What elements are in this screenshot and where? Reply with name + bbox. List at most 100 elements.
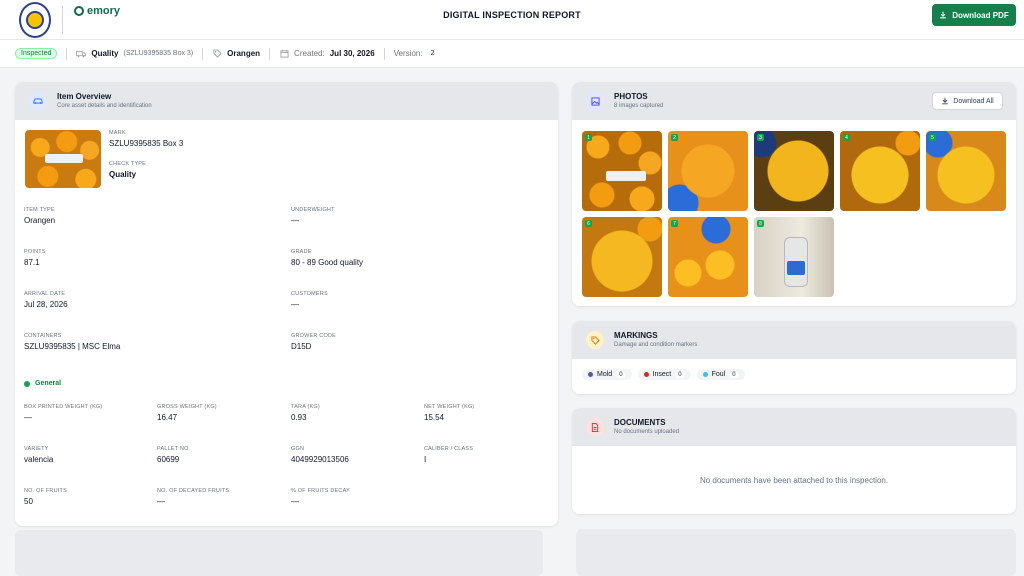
field-grower-code: GROWER CODE D15D xyxy=(291,333,336,351)
field-net-weight: NET WEIGHT (KG) 15.54 xyxy=(424,404,474,422)
field-containers: CONTAINERS SZLU9395835 | MSC Elma xyxy=(24,333,120,351)
photo-thumbnail[interactable]: 3 xyxy=(754,131,834,211)
download-all-button[interactable]: Download All xyxy=(932,92,1003,110)
skeleton-placeholder-right xyxy=(576,529,1016,576)
marking-chip-insect[interactable]: Insect 0 xyxy=(637,369,691,380)
field-label: PALLET NO xyxy=(157,446,189,452)
marking-chip-foul[interactable]: Foul 0 xyxy=(696,369,745,380)
version-label: Version: xyxy=(393,49,423,58)
tag-icon xyxy=(212,49,222,59)
field-no-of-decayed-fruits: NO. OF DECAYED FRUITS — xyxy=(157,488,229,506)
top-bar: emory DIGITAL INSPECTION REPORT Download… xyxy=(0,0,1024,40)
photo-thumbnail[interactable]: 2 xyxy=(668,131,748,211)
photo-thumbnail[interactable]: 6 xyxy=(582,217,662,297)
item-overview-header: Item Overview Core asset details and ide… xyxy=(15,82,558,120)
foul-dot xyxy=(702,372,708,377)
field-value: SZLU9395835 | MSC Elma xyxy=(24,342,121,351)
download-icon xyxy=(942,97,949,105)
field-label: GROSS WEIGHT (KG) xyxy=(157,404,217,410)
item-name: Orangen xyxy=(227,49,261,58)
field-value: 15.54 xyxy=(424,413,445,422)
check-type-label: CHECK TYPE xyxy=(109,161,147,167)
photo-thumbnail[interactable]: 7 xyxy=(668,217,748,297)
field-customers: CUSTOMERS — xyxy=(291,291,328,309)
field-points: POINTS 87.1 xyxy=(24,249,46,267)
image-icon xyxy=(586,92,604,110)
marking-count: 0 xyxy=(729,371,739,378)
field-fruits-decay-percent: % OF FRUITS DECAY — xyxy=(291,488,350,506)
marking-chip-mold[interactable]: Mold 0 xyxy=(582,369,632,380)
field-ggn: GGN 4049929013506 xyxy=(291,446,349,464)
field-no-of-fruits: NO. OF FRUITS 50 xyxy=(24,488,67,506)
field-label: POINTS xyxy=(24,249,46,255)
field-value: — xyxy=(291,300,299,309)
marking-count: 0 xyxy=(675,371,685,378)
field-underweight: UNDERWEIGHT — xyxy=(291,207,335,225)
field-value: valencia xyxy=(24,455,54,464)
status-badge: Inspected xyxy=(15,48,58,59)
field-arrival-date: ARRIVAL DATE Jul 28, 2026 xyxy=(24,291,68,309)
field-label: NO. OF DECAYED FRUITS xyxy=(157,488,230,494)
meta-bar: Inspected Quality (SZLU9395835 Box 3) Or… xyxy=(0,40,1024,68)
insect-dot xyxy=(643,372,649,377)
field-value: 80 - 89 Good quality xyxy=(291,258,364,267)
field-label: UNDERWEIGHT xyxy=(291,207,335,213)
markings-title: MARKINGS xyxy=(614,331,658,340)
field-value: D15D xyxy=(291,342,312,351)
photo-thumbnail[interactable]: 4 xyxy=(840,131,920,211)
field-gross-weight: GROSS WEIGHT (KG) 16.47 xyxy=(157,404,217,422)
page-title: DIGITAL INSPECTION REPORT xyxy=(443,10,581,20)
check-ref: (SZLU9395835 Box 3) xyxy=(123,50,194,57)
general-section-heading: General xyxy=(24,380,61,387)
field-label: GRADE xyxy=(291,249,312,255)
calendar-icon xyxy=(279,49,289,59)
photo-number: 3 xyxy=(757,134,764,141)
documents-title: DOCUMENTS xyxy=(614,418,666,427)
photo-number: 5 xyxy=(929,134,936,141)
field-grade: GRADE 80 - 89 Good quality xyxy=(291,249,363,267)
check-type-value: Quality xyxy=(91,49,119,58)
field-value: 4049929013506 xyxy=(291,455,349,464)
field-caliber-class: CALIBER / CLASS I xyxy=(424,446,473,464)
photo-number: 2 xyxy=(671,134,678,141)
field-value: 50 xyxy=(24,497,33,506)
photos-title: PHOTOS xyxy=(614,92,648,101)
document-icon xyxy=(586,418,604,436)
field-value: — xyxy=(291,497,299,506)
photo-number: 7 xyxy=(671,220,678,227)
field-label: GGN xyxy=(291,446,305,452)
field-value: — xyxy=(24,413,32,422)
field-label: NET WEIGHT (KG) xyxy=(424,404,475,410)
mark-label: MARK xyxy=(109,130,126,136)
field-label: CALIBER / CLASS xyxy=(424,446,474,452)
documents-subtitle: No documents uploaded xyxy=(614,429,680,435)
item-overview-subtitle: Core asset details and identification xyxy=(57,103,152,109)
markings-card: MARKINGS Damage and condition markers Mo… xyxy=(572,321,1016,394)
field-label: VARIETY xyxy=(24,446,49,452)
marking-name: Insect xyxy=(652,371,672,378)
download-icon xyxy=(940,11,947,19)
item-thumbnail[interactable] xyxy=(25,130,101,188)
photo-thumbnail[interactable]: 5 xyxy=(926,131,1006,211)
general-label: General xyxy=(35,380,62,387)
meta-version: Version: 2 xyxy=(394,49,435,58)
photo-thumbnail[interactable]: 8 xyxy=(754,217,834,297)
photo-thumbnail[interactable]: 1 xyxy=(582,131,662,211)
item-overview-title: Item Overview xyxy=(57,92,112,101)
field-value: 60699 xyxy=(157,455,180,464)
field-label: GROWER CODE xyxy=(291,333,336,339)
marking-chips: Mold 0 Insect 0 Foul 0 xyxy=(582,369,751,380)
field-label: CUSTOMERS xyxy=(291,291,328,297)
quality-seal-logo xyxy=(19,2,51,38)
field-label: ARRIVAL DATE xyxy=(24,291,66,297)
field-value: Jul 28, 2026 xyxy=(24,300,68,309)
download-pdf-button[interactable]: Download PDF xyxy=(932,4,1016,26)
photos-subtitle: 8 images captured xyxy=(614,103,664,109)
field-tara: TARA (KG) 0.93 xyxy=(291,404,320,422)
tag-icon xyxy=(586,331,604,349)
truck-icon xyxy=(76,49,87,59)
field-value: 87.1 xyxy=(24,258,40,267)
marking-name: Foul xyxy=(711,371,726,378)
created-date: Jul 30, 2026 xyxy=(329,49,375,58)
version-value: 2 xyxy=(430,50,435,57)
